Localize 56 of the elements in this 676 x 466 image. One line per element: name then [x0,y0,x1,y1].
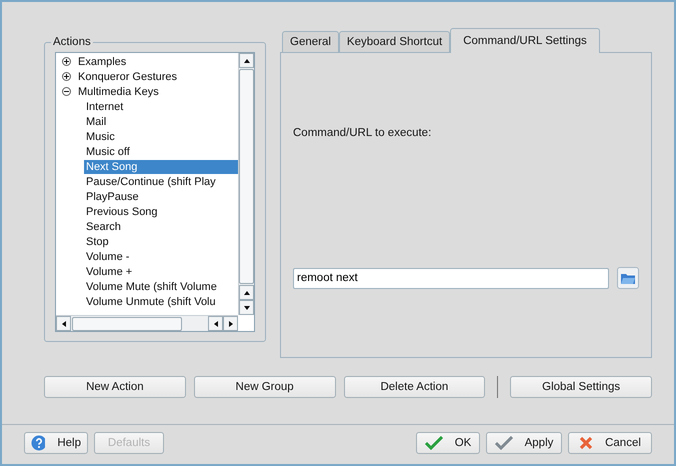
tree-item[interactable]: Volume - [84,250,238,264]
check-icon [424,436,443,450]
scroll-arrow-button[interactable] [239,53,254,68]
footer-button[interactable]: Apply [486,432,562,454]
action-button[interactable]: New Action [44,376,186,398]
close-icon [579,436,594,450]
browse-button[interactable] [617,267,639,289]
tree-item[interactable]: Mail [84,114,238,128]
collapse-icon[interactable] [62,87,71,96]
down-arrow-icon [242,304,250,312]
tree-item[interactable]: Konqueror Gestures [76,70,238,84]
expand-icon[interactable] [62,72,71,81]
scroll-arrow-button[interactable] [56,316,71,331]
help-icon [31,435,46,451]
command-field[interactable]: remoot next [293,268,609,288]
tree-item[interactable]: Music [84,130,238,144]
command-label: Command/URL to execute: [293,127,432,139]
tree-item[interactable]: Music off [84,144,238,158]
scroll-thumb[interactable] [239,69,254,284]
tab[interactable]: Keyboard Shortcut [338,31,450,52]
action-button[interactable]: New Group [194,376,336,398]
horizontal-scrollbar[interactable] [56,315,238,331]
footer-button[interactable]: Cancel [568,432,652,454]
folder-icon [620,271,636,285]
tree-item[interactable]: Examples [76,54,238,68]
tab[interactable]: General [282,31,339,52]
tree-item[interactable]: Volume + [84,264,238,278]
footer-button[interactable]: OK [416,432,480,454]
tree-item[interactable]: Pause/Continue (shift Play [84,174,238,188]
tree-item[interactable]: Internet [84,100,238,114]
left-arrow-icon [212,320,220,328]
up-arrow-icon [242,288,250,296]
tree-item[interactable]: Multimedia Keys [76,84,238,98]
check-icon [494,436,513,450]
up-arrow-icon [242,56,250,64]
tab[interactable]: Command/URL Settings [450,28,600,53]
scroll-arrow-button[interactable] [239,285,254,300]
expand-icon[interactable] [62,57,71,66]
footer-button[interactable]: Help [24,432,88,454]
tree-item[interactable]: PlayPause [84,190,238,204]
tree-item[interactable]: Volume Unmute (shift Volu [84,294,238,308]
vertical-scrollbar[interactable] [238,53,254,315]
action-button[interactable]: Delete Action [344,376,486,398]
left-arrow-icon [60,320,68,328]
right-arrow-icon [226,320,234,328]
global-settings-button[interactable]: Global Settings [510,376,652,398]
tree-item[interactable]: Stop [84,234,238,248]
group-title: Actions [52,36,92,48]
tree-item[interactable]: Search [84,220,238,234]
tree-item[interactable]: Next Song [84,160,238,174]
scroll-arrow-button[interactable] [239,300,254,315]
scroll-arrow-button[interactable] [223,316,238,331]
tree-item[interactable]: Volume Mute (shift Volume [84,280,238,294]
tree-item[interactable]: Previous Song [84,204,238,218]
scroll-thumb[interactable] [72,316,182,330]
scroll-arrow-button[interactable] [208,316,223,331]
